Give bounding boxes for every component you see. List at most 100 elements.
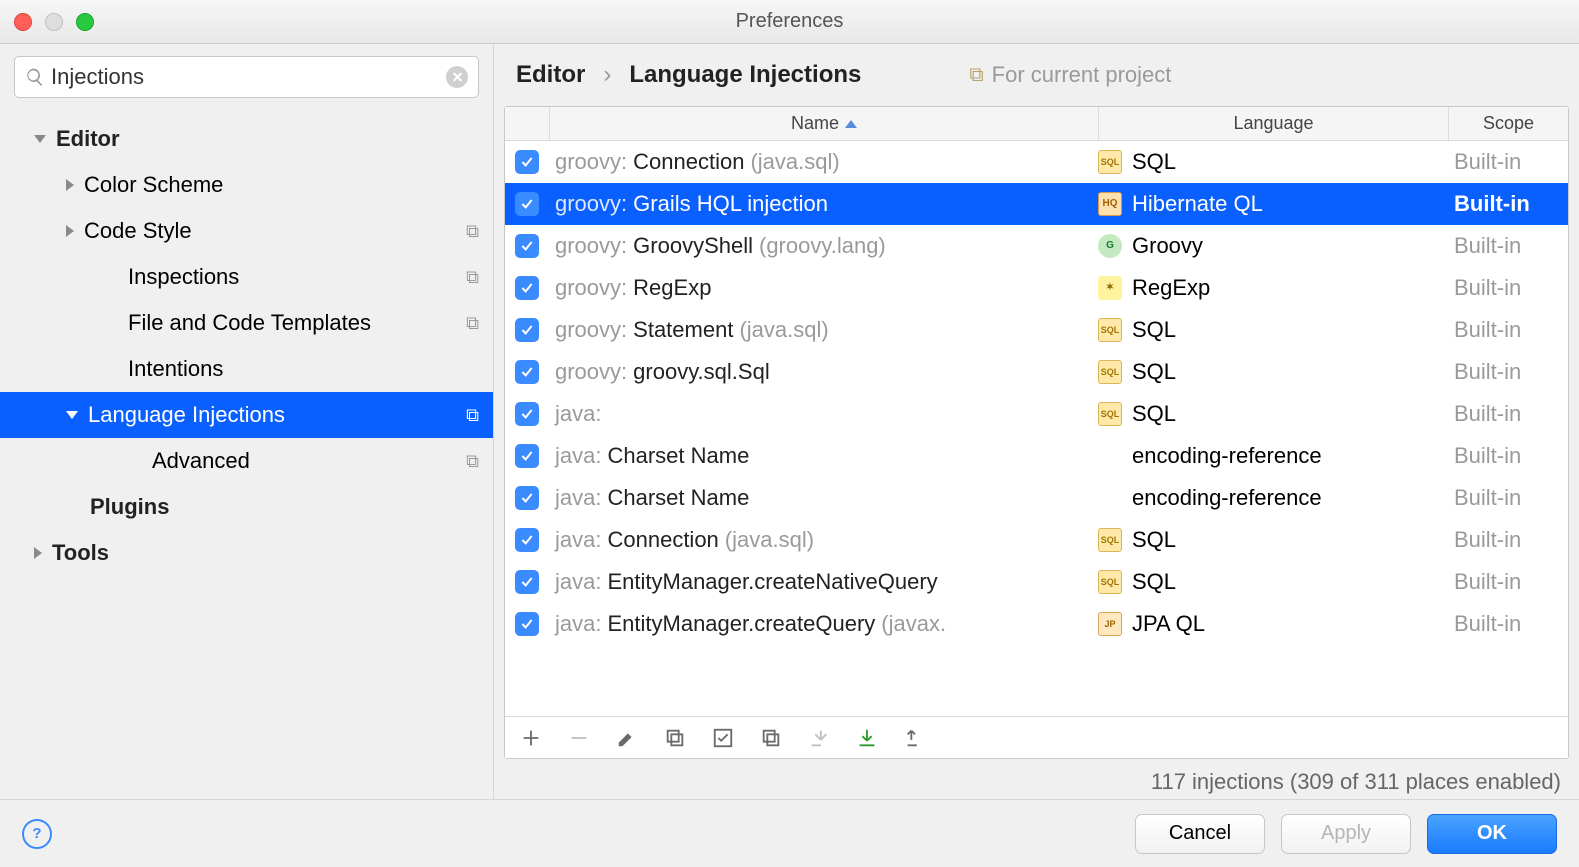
chevron-right-icon: › (603, 61, 611, 89)
name-main: Connection (633, 149, 744, 175)
row-checkbox[interactable] (515, 528, 539, 552)
col-name[interactable]: Name (549, 107, 1098, 140)
name-prefix: groovy: (555, 317, 627, 343)
scope-cell: Built-in (1448, 275, 1568, 301)
row-checkbox[interactable] (515, 444, 539, 468)
language-label: SQL (1132, 569, 1176, 595)
language-label: encoding-reference (1132, 485, 1322, 511)
tree-item[interactable]: Color Scheme (0, 162, 493, 208)
search-input[interactable] (51, 64, 446, 90)
row-checkbox[interactable] (515, 192, 539, 216)
name-main: EntityManager.createQuery (607, 611, 875, 637)
duplicate-button[interactable] (759, 726, 783, 750)
table-row[interactable]: java:EntityManager.createQuery(javax.JPJ… (505, 603, 1568, 645)
row-checkbox[interactable] (515, 360, 539, 384)
table-row[interactable]: java:Charset Nameencoding-referenceBuilt… (505, 435, 1568, 477)
row-checkbox[interactable] (515, 234, 539, 258)
checkbox-cell (505, 276, 549, 300)
language-cell: ✶RegExp (1098, 275, 1448, 301)
language-cell: JPJPA QL (1098, 611, 1448, 637)
table-row[interactable]: groovy:groovy.sql.SqlSQLSQLBuilt-in (505, 351, 1568, 393)
name-prefix: java: (555, 485, 601, 511)
tree-item[interactable]: Tools (0, 530, 493, 576)
col-language[interactable]: Language (1098, 107, 1448, 140)
name-cell: groovy:RegExp (549, 275, 1098, 301)
tree-item[interactable]: Plugins (0, 484, 493, 530)
name-cell: java:EntityManager.createNativeQuery (549, 569, 1098, 595)
row-checkbox[interactable] (515, 612, 539, 636)
minimize-icon[interactable] (45, 13, 63, 31)
row-checkbox[interactable] (515, 276, 539, 300)
tree-item[interactable]: File and Code Templates⧉ (0, 300, 493, 346)
row-checkbox[interactable] (515, 570, 539, 594)
language-label: RegExp (1132, 275, 1210, 301)
download-button[interactable] (855, 726, 879, 750)
clear-search-button[interactable] (446, 66, 468, 88)
copy-button[interactable] (663, 726, 687, 750)
tree-item[interactable]: Advanced⧉ (0, 438, 493, 484)
language-label: Hibernate QL (1132, 191, 1263, 217)
import-button[interactable] (807, 726, 831, 750)
scope-cell: Built-in (1448, 569, 1568, 595)
main-panel: Editor › Language Injections ⧉ For curre… (494, 44, 1579, 799)
table-row[interactable]: groovy:GroovyShell(groovy.lang)GGroovyBu… (505, 225, 1568, 267)
tree-item-label: Language Injections (88, 402, 466, 428)
tree-item-label: Color Scheme (84, 172, 479, 198)
project-scope-hint: ⧉ For current project (969, 62, 1171, 88)
table-row[interactable]: groovy:RegExp✶RegExpBuilt-in (505, 267, 1568, 309)
add-button[interactable] (519, 726, 543, 750)
checkbox-cell (505, 444, 549, 468)
col-scope[interactable]: Scope (1448, 107, 1568, 140)
language-label: SQL (1132, 527, 1176, 553)
language-cell: encoding-reference (1098, 485, 1448, 511)
window-controls (14, 13, 94, 31)
name-main: Grails HQL injection (633, 191, 828, 217)
project-icon: ⧉ (466, 267, 479, 288)
row-checkbox[interactable] (515, 318, 539, 342)
enable-button[interactable] (711, 726, 735, 750)
language-cell: HQHibernate QL (1098, 191, 1448, 217)
checkbox-cell (505, 570, 549, 594)
tree-item[interactable]: Intentions (0, 346, 493, 392)
remove-button[interactable] (567, 726, 591, 750)
name-cell: groovy:groovy.sql.Sql (549, 359, 1098, 385)
ok-button[interactable]: OK (1427, 814, 1557, 854)
col-checkbox[interactable] (505, 107, 549, 140)
language-label: SQL (1132, 149, 1176, 175)
checkbox-cell (505, 486, 549, 510)
name-prefix: groovy: (555, 359, 627, 385)
table-row[interactable]: groovy:Grails HQL injectionHQHibernate Q… (505, 183, 1568, 225)
edit-button[interactable] (615, 726, 639, 750)
table-row[interactable]: groovy:Statement(java.sql)SQLSQLBuilt-in (505, 309, 1568, 351)
tree-item-label: Code Style (84, 218, 466, 244)
tree-item-label: Intentions (128, 356, 479, 382)
project-icon: ⧉ (466, 313, 479, 334)
apply-button[interactable]: Apply (1281, 814, 1411, 854)
name-main: EntityManager.createNativeQuery (607, 569, 937, 595)
tree-item[interactable]: Editor (0, 116, 493, 162)
name-prefix: java: (555, 527, 601, 553)
cancel-button[interactable]: Cancel (1135, 814, 1265, 854)
table-row[interactable]: groovy:Connection(java.sql)SQLSQLBuilt-i… (505, 141, 1568, 183)
table-row[interactable]: java:EntityManager.createNativeQuerySQLS… (505, 561, 1568, 603)
tree-item-label: Tools (52, 540, 479, 566)
table-row[interactable]: java:Connection(java.sql)SQLSQLBuilt-in (505, 519, 1568, 561)
tree-item[interactable]: Inspections⧉ (0, 254, 493, 300)
tree-item-label: Inspections (128, 264, 466, 290)
help-button[interactable]: ? (22, 819, 52, 849)
table-row[interactable]: java:Charset Nameencoding-referenceBuilt… (505, 477, 1568, 519)
language-cell: GGroovy (1098, 233, 1448, 259)
scope-cell: Built-in (1448, 233, 1568, 259)
close-icon[interactable] (14, 13, 32, 31)
row-checkbox[interactable] (515, 486, 539, 510)
none-icon (1098, 486, 1122, 510)
row-checkbox[interactable] (515, 150, 539, 174)
tree-item[interactable]: Code Style⧉ (0, 208, 493, 254)
tree-item[interactable]: Language Injections⧉ (0, 392, 493, 438)
row-checkbox[interactable] (515, 402, 539, 426)
table-row[interactable]: java:SQLSQLBuilt-in (505, 393, 1568, 435)
name-main: Charset Name (607, 485, 749, 511)
checkbox-cell (505, 192, 549, 216)
export-button[interactable] (903, 726, 927, 750)
maximize-icon[interactable] (76, 13, 94, 31)
